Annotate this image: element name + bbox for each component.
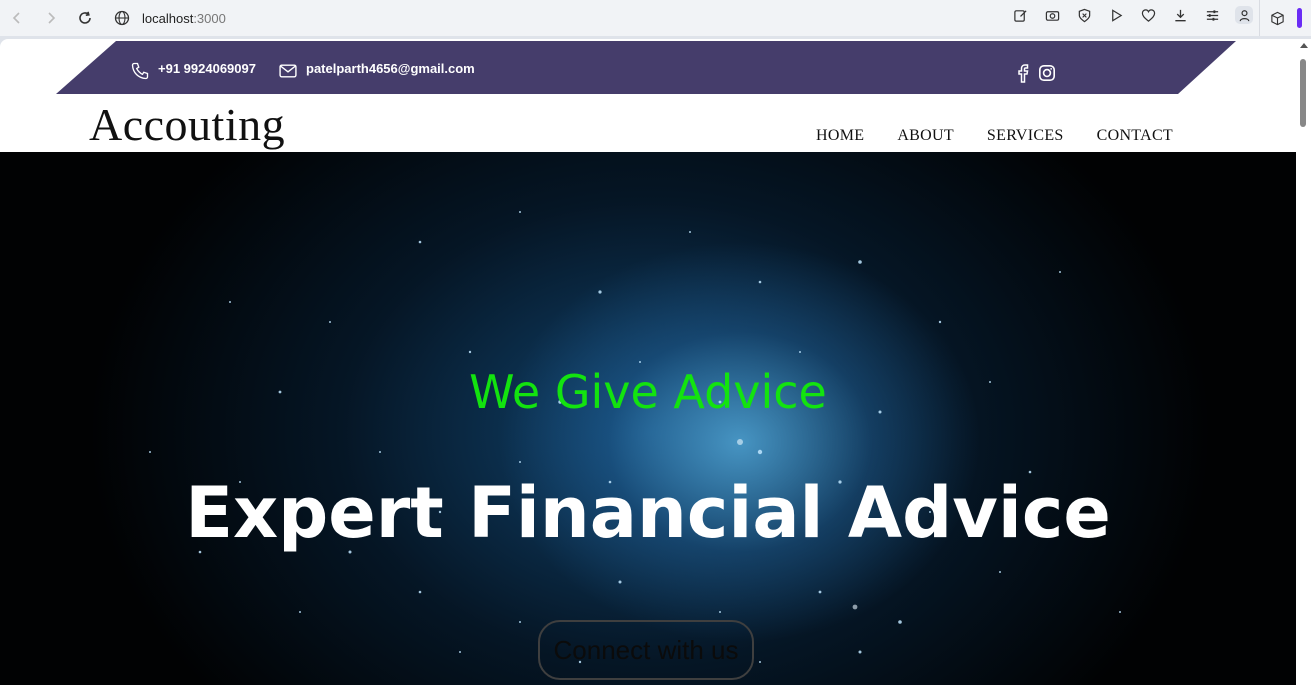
nav-about[interactable]: ABOUT xyxy=(897,127,954,145)
email-contact[interactable]: patelparth4656@gmail.com xyxy=(278,61,475,81)
url-port: :3000 xyxy=(193,10,226,26)
site-logo[interactable]: Accouting xyxy=(89,98,285,151)
main-nav: HOME ABOUT SERVICES CONTACT xyxy=(816,127,1173,145)
settings-sliders-icon[interactable] xyxy=(1203,6,1221,24)
nav-contact[interactable]: CONTACT xyxy=(1097,127,1173,145)
facebook-icon[interactable] xyxy=(1014,63,1032,83)
connect-button[interactable]: Connect with us xyxy=(538,620,754,680)
play-icon[interactable] xyxy=(1107,6,1125,24)
instagram-icon[interactable] xyxy=(1038,63,1056,83)
social-links xyxy=(1014,63,1056,83)
hero-subtitle: We Give Advice xyxy=(469,365,827,419)
phone-contact[interactable]: +91 9924069097 xyxy=(130,61,256,81)
hero-section: We Give Advice Expert Financial Advice C… xyxy=(0,152,1296,685)
reload-button[interactable] xyxy=(68,1,102,35)
browser-toolbar: localhost:3000 xyxy=(0,0,1311,36)
shield-icon[interactable] xyxy=(1075,6,1093,24)
download-icon[interactable] xyxy=(1171,6,1189,24)
phone-number: +91 9924069097 xyxy=(158,60,256,76)
profile-button[interactable] xyxy=(1235,6,1253,24)
forward-button[interactable] xyxy=(34,1,68,35)
phone-icon xyxy=(131,62,149,80)
chevron-left-icon xyxy=(12,12,20,24)
url-host: localhost xyxy=(142,10,194,26)
user-icon xyxy=(1239,9,1249,21)
contact-band: +91 9924069097 patelparth4656@gmail.com xyxy=(56,41,1236,94)
reload-icon xyxy=(79,11,91,24)
extensions-area xyxy=(1259,0,1311,36)
camera-icon[interactable] xyxy=(1043,6,1061,24)
page-viewport: +91 9924069097 patelparth4656@gmail.com … xyxy=(0,39,1296,685)
heart-icon[interactable] xyxy=(1139,6,1157,24)
back-button[interactable] xyxy=(0,1,34,35)
cube-icon[interactable] xyxy=(1270,11,1285,26)
hero-title: Expert Financial Advice xyxy=(185,472,1111,554)
mail-icon xyxy=(279,64,297,78)
email-address: patelparth4656@gmail.com xyxy=(306,60,475,76)
scrollbar[interactable] xyxy=(1296,39,1311,685)
nav-home[interactable]: HOME xyxy=(816,127,864,145)
scroll-up-arrow[interactable] xyxy=(1300,43,1308,48)
nav-services[interactable]: SERVICES xyxy=(987,127,1064,145)
edit-icon[interactable] xyxy=(1011,6,1029,24)
chevron-right-icon xyxy=(48,12,56,24)
scroll-thumb[interactable] xyxy=(1300,59,1306,127)
sidebar-toggle[interactable] xyxy=(1296,8,1302,28)
globe-icon xyxy=(114,10,130,26)
address-bar[interactable]: localhost:3000 xyxy=(114,6,226,30)
